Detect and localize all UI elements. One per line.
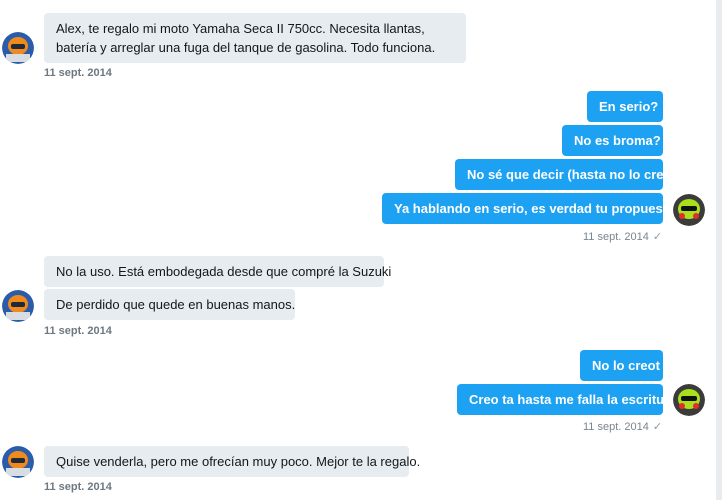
avatar-green-helmet-icon xyxy=(673,194,705,226)
message-bubble[interactable]: Creo ta hasta me falla la escritura xyxy=(457,384,676,415)
avatar-orange-helmet-icon xyxy=(2,446,34,478)
timestamp: 11 sept. 2014 xyxy=(44,481,112,493)
message-bubble[interactable]: Ya hablando en serio, es verdad tu propu… xyxy=(382,193,682,224)
timestamp-text: 11 sept. 2014 xyxy=(583,421,649,433)
message-bubble[interactable]: No lo creot xyxy=(580,350,663,381)
avatar-green-helmet-icon xyxy=(673,384,705,416)
timestamp: 11 sept. 2014 xyxy=(44,325,112,337)
message-bubble[interactable]: No sé que decir (hasta no lo creo) xyxy=(455,159,676,190)
sender-avatar[interactable] xyxy=(2,32,34,64)
read-check-icon: ✓ xyxy=(652,231,663,243)
timestamp: 11 sept. 2014 xyxy=(44,67,112,79)
message-bubble[interactable]: En serio? xyxy=(587,91,663,122)
message-bubble[interactable]: No la uso. Está embodegada desde que com… xyxy=(44,256,391,287)
message-bubble[interactable]: De perdido que quede en buenas manos. xyxy=(44,289,295,320)
avatar-orange-helmet-icon xyxy=(2,32,34,64)
self-avatar[interactable] xyxy=(673,194,705,226)
read-check-icon: ✓ xyxy=(652,421,663,433)
avatar-orange-helmet-icon xyxy=(2,290,34,322)
scrollbar[interactable] xyxy=(716,0,722,500)
message-bubble[interactable]: Alex, te regalo mi moto Yamaha Seca II 7… xyxy=(44,13,466,63)
self-avatar[interactable] xyxy=(673,384,705,416)
timestamp: 11 sept. 2014 ✓ xyxy=(583,230,662,244)
timestamp-text: 11 sept. 2014 xyxy=(583,231,649,243)
sender-avatar[interactable] xyxy=(2,446,34,478)
sender-avatar[interactable] xyxy=(2,290,34,322)
message-bubble[interactable]: No es broma? xyxy=(562,125,663,156)
timestamp: 11 sept. 2014 ✓ xyxy=(583,420,662,434)
message-bubble[interactable]: Quise venderla, pero me ofrecían muy poc… xyxy=(44,446,420,477)
